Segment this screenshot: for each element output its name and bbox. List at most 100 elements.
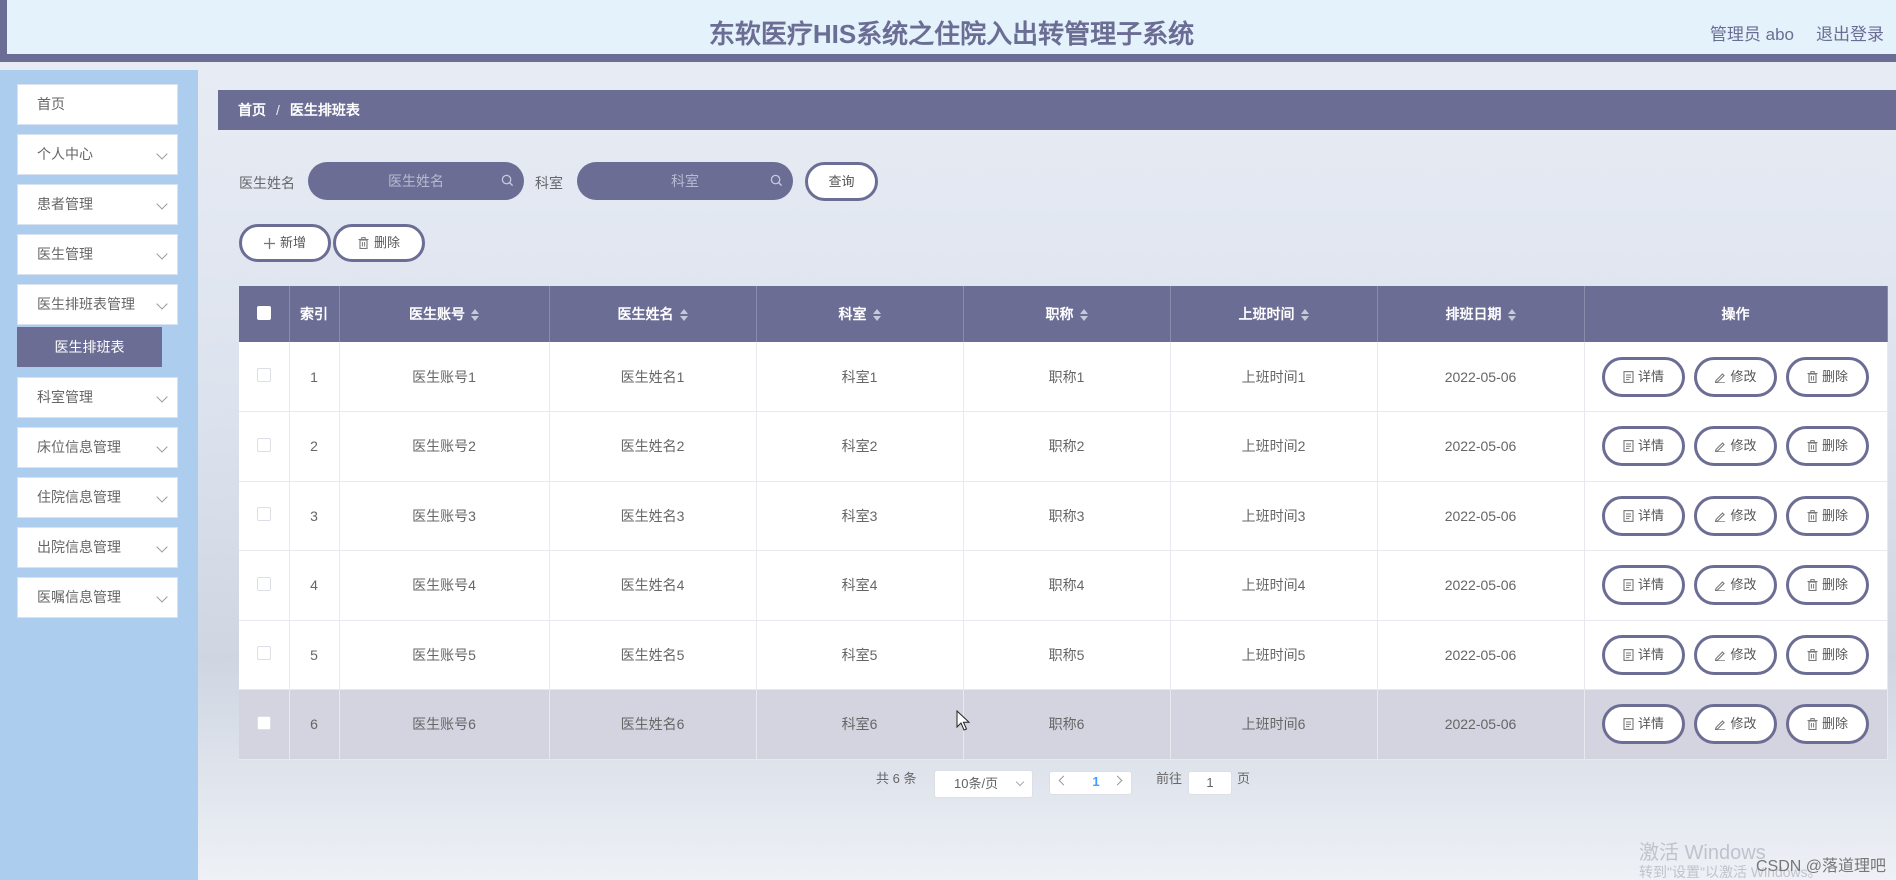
sidebar-item-schedule-management[interactable]: 医生排班表管理 <box>17 284 178 325</box>
sidebar-item-bed-management[interactable]: 床位信息管理 <box>17 427 178 468</box>
column-header-work-time[interactable]: 上班时间 <box>1170 286 1378 342</box>
sort-icon[interactable] <box>1507 309 1516 322</box>
sidebar-item-doctor-management[interactable]: 医生管理 <box>17 234 178 275</box>
trash-icon <box>1807 579 1818 592</box>
select-all-checkbox[interactable] <box>256 305 271 320</box>
chevron-down-icon <box>156 391 168 403</box>
column-header-label: 医生账号 <box>409 306 465 322</box>
edit-icon <box>1715 511 1726 523</box>
cell-schedule-date: 2022-05-06 <box>1377 481 1585 551</box>
edit-button[interactable]: 修改 <box>1694 495 1777 536</box>
detail-button-label: 详情 <box>1637 507 1664 523</box>
detail-button[interactable]: 详情 <box>1602 634 1685 675</box>
detail-button[interactable]: 详情 <box>1602 565 1685 606</box>
chevron-down-icon <box>156 298 168 310</box>
row-delete-button[interactable]: 删除 <box>1786 704 1869 745</box>
row-checkbox[interactable] <box>256 715 271 730</box>
sidebar-item-discharge-management[interactable]: 出院信息管理 <box>17 527 178 568</box>
detail-button[interactable]: 详情 <box>1602 704 1685 745</box>
goto-page-input[interactable]: 1 <box>1188 771 1232 795</box>
edit-button[interactable]: 修改 <box>1694 704 1777 745</box>
user-label: 管理员 abo <box>1709 25 1794 44</box>
row-delete-button-label: 删除 <box>1821 646 1848 662</box>
row-checkbox[interactable] <box>256 437 271 452</box>
detail-button-label: 详情 <box>1637 438 1664 454</box>
row-delete-button-label: 删除 <box>1821 368 1848 384</box>
column-header-actions: 操作 <box>1584 286 1888 342</box>
detail-button-label: 详情 <box>1637 368 1664 384</box>
current-page[interactable]: 1 <box>1086 774 1106 789</box>
column-header-name[interactable]: 医生姓名 <box>549 286 757 342</box>
cell-actions: 详情 修改 删除 <box>1584 342 1888 412</box>
detail-button[interactable]: 详情 <box>1602 356 1685 397</box>
cell-account: 医生账号2 <box>339 411 550 482</box>
cell-title: 职称4 <box>963 550 1171 621</box>
column-header-account[interactable]: 医生账号 <box>339 286 550 342</box>
sidebar-item-department-management[interactable]: 科室管理 <box>17 377 178 418</box>
sort-icon[interactable] <box>679 309 688 322</box>
edit-button[interactable]: 修改 <box>1694 426 1777 467</box>
row-checkbox[interactable] <box>256 368 271 382</box>
cell-account: 医生账号4 <box>339 550 550 621</box>
detail-button[interactable]: 详情 <box>1602 495 1685 536</box>
delete-button[interactable]: 删除 <box>333 224 425 262</box>
edit-button[interactable]: 修改 <box>1694 356 1777 397</box>
cell-work-time: 上班时间1 <box>1170 342 1378 412</box>
sidebar-item-patient-management[interactable]: 患者管理 <box>17 184 178 225</box>
document-icon <box>1623 440 1634 453</box>
chevron-down-icon <box>156 148 168 160</box>
cell-index: 5 <box>289 620 340 690</box>
sidebar-subitem-schedule[interactable]: 医生排班表 <box>17 327 162 367</box>
sidebar-item-admission-management[interactable]: 住院信息管理 <box>17 477 178 518</box>
table-row: 1 医生账号1 医生姓名1 科室1 职称1 上班时间1 2022-05-06 详… <box>239 342 1888 412</box>
row-delete-button-label: 删除 <box>1821 438 1848 454</box>
row-checkbox[interactable] <box>256 646 271 661</box>
column-header-schedule-date[interactable]: 排班日期 <box>1377 286 1585 342</box>
column-header-label: 排班日期 <box>1445 306 1502 322</box>
cell-title: 职称3 <box>963 481 1171 551</box>
sidebar-item-label: 患者管理 <box>37 196 93 212</box>
cell-schedule-date: 2022-05-06 <box>1377 550 1585 621</box>
activation-watermark-title: 激活 Windows <box>1639 842 1766 864</box>
row-delete-button[interactable]: 删除 <box>1786 495 1869 536</box>
column-header-department[interactable]: 科室 <box>756 286 964 342</box>
sort-icon[interactable] <box>471 309 479 322</box>
page-size-select[interactable]: 10条/页 <box>934 770 1033 798</box>
row-delete-button[interactable]: 删除 <box>1786 356 1869 397</box>
chevron-down-icon <box>156 541 168 553</box>
trash-icon <box>1807 509 1818 522</box>
sort-icon[interactable] <box>1300 309 1309 322</box>
breadcrumb-home[interactable]: 首页 <box>238 102 266 118</box>
query-button[interactable]: 查询 <box>805 162 878 201</box>
logout-link[interactable]: 退出登录 <box>1816 20 1884 45</box>
sidebar-item-order-management[interactable]: 医嘱信息管理 <box>17 577 178 618</box>
row-checkbox[interactable] <box>256 576 271 591</box>
sidebar-item-personal-center[interactable]: 个人中心 <box>17 134 178 175</box>
row-checkbox[interactable] <box>256 507 271 522</box>
detail-button[interactable]: 详情 <box>1602 426 1685 467</box>
cell-index: 6 <box>289 689 340 760</box>
row-delete-button[interactable]: 删除 <box>1786 634 1869 675</box>
sort-icon[interactable] <box>1079 309 1088 322</box>
edit-button[interactable]: 修改 <box>1694 634 1777 675</box>
cell-account: 医生账号6 <box>339 689 550 760</box>
cell-actions: 详情 修改 删除 <box>1584 411 1888 482</box>
add-button[interactable]: 新增 <box>239 224 331 262</box>
cell-account: 医生账号5 <box>339 620 550 690</box>
edit-icon <box>1715 650 1726 662</box>
doctor-name-input[interactable]: 医生姓名 <box>308 162 524 200</box>
row-delete-button[interactable]: 删除 <box>1786 565 1869 606</box>
app-title: 东软医疗HIS系统之住院入出转管理子系统 <box>708 19 1195 49</box>
chevron-down-icon <box>156 248 168 260</box>
sidebar-item-home[interactable]: 首页 <box>17 84 178 125</box>
sort-icon[interactable] <box>872 309 881 322</box>
select-all-cell[interactable] <box>239 286 290 342</box>
cell-actions: 详情 修改 删除 <box>1584 689 1888 760</box>
row-delete-button[interactable]: 删除 <box>1786 426 1869 467</box>
sidebar-item-label: 出院信息管理 <box>37 539 121 555</box>
column-header-title[interactable]: 职称 <box>963 286 1171 342</box>
department-placeholder: 科室 <box>671 173 699 189</box>
edit-button[interactable]: 修改 <box>1694 565 1777 606</box>
department-input[interactable]: 科室 <box>577 162 793 200</box>
cell-schedule-date: 2022-05-06 <box>1377 620 1585 690</box>
